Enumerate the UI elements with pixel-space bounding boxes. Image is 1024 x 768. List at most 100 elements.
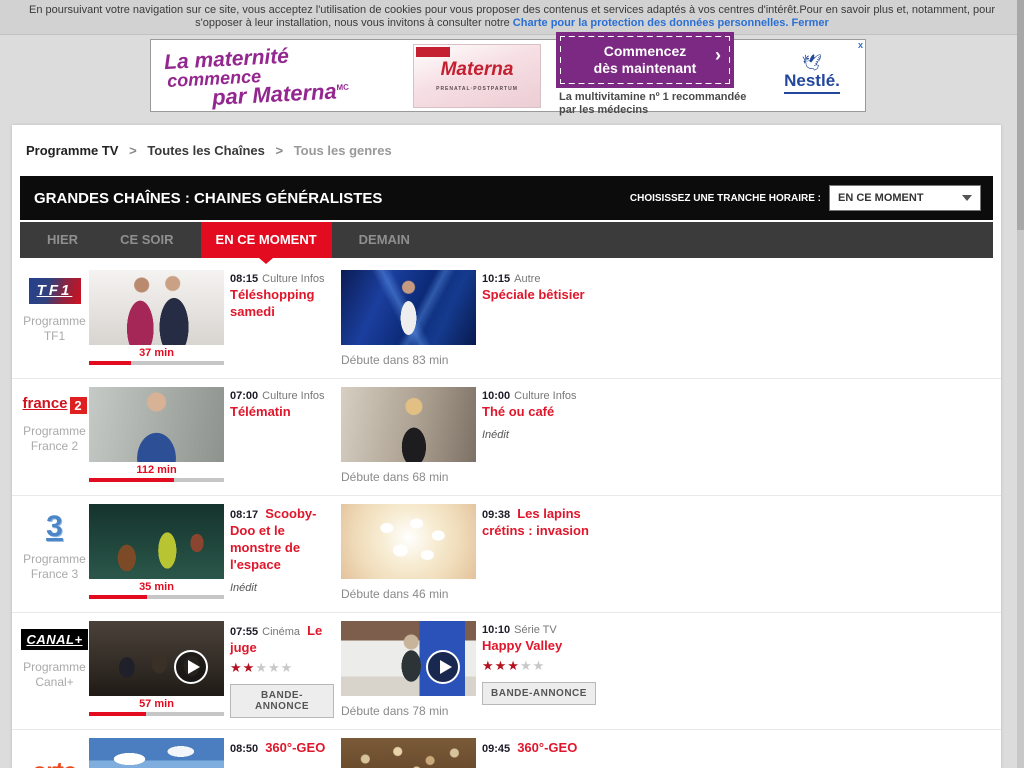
program-next: Débute dans 68 min 10:00Culture Infos Th…	[341, 387, 1001, 495]
program-next: Débute dans 46 min 09:38 Les lapins crét…	[341, 504, 1001, 612]
program-title[interactable]: Thé ou café	[482, 404, 554, 419]
scrollbar-thumb[interactable]	[1017, 0, 1024, 230]
cookie-fermer-link[interactable]: Fermer	[792, 17, 829, 29]
tab-en-ce-moment[interactable]: EN CE MOMENT	[201, 222, 332, 258]
program-now: 37 min 08:15Culture Infos Téléshopping s…	[89, 270, 341, 378]
trailer-button[interactable]: BANDE-ANNONCE	[230, 684, 334, 718]
play-icon[interactable]	[426, 650, 460, 684]
star-rating: ★★★★★	[482, 658, 600, 673]
breadcrumb-genres[interactable]: Tous les genres	[294, 143, 392, 158]
ad-close-icon[interactable]: x	[858, 41, 863, 50]
program-time: 08:50	[230, 743, 258, 755]
ad-cta-button[interactable]: Commencezdès maintenant ›	[559, 35, 731, 85]
starts-in: Débute dans 68 min	[341, 470, 476, 484]
program-category: Culture Infos	[262, 390, 324, 402]
trailer-button[interactable]: BANDE-ANNONCE	[482, 682, 596, 705]
play-icon[interactable]	[174, 650, 208, 684]
timeslot-select[interactable]: EN CE MOMENT	[829, 185, 981, 211]
chevron-down-icon	[962, 195, 972, 201]
cookie-charte-link[interactable]: Charte pour la protection des données pe…	[513, 17, 789, 29]
channel-row-france2: france2 ProgrammeFrance 2 112 min 07:00 C…	[12, 379, 1001, 496]
program-now: 57 min 07:55Cinéma Le juge ★★★★★ BANDE-A…	[89, 621, 341, 729]
timeslot-label: CHOISISSEZ UNE TRANCHE HORAIRE :	[630, 193, 821, 204]
breadcrumb-separator: >	[275, 143, 283, 158]
starts-in: Débute dans 78 min	[341, 704, 476, 718]
progress-bar	[89, 595, 224, 599]
scrollbar[interactable]	[1017, 0, 1024, 768]
program-category: Autre	[514, 273, 540, 285]
inedit-badge: Inédit	[482, 428, 600, 443]
program-next: Débute dans 78 min 10:10 Série TV Happy V…	[341, 621, 1001, 729]
elapsed-time: 112 min	[89, 464, 224, 476]
program-time: 10:10	[482, 624, 510, 636]
breadcrumb: Programme TV > Toutes les Chaînes > Tous…	[12, 125, 1001, 176]
progress-bar	[89, 712, 224, 716]
ad-banner[interactable]: x La maternité commence par MaternaMC Ma…	[150, 39, 866, 112]
program-thumbnail[interactable]	[341, 387, 476, 462]
ad-cta-arrow-icon: ›	[715, 47, 721, 64]
program-now: 08:50 360°-GEO	[89, 738, 341, 768]
tab-ce-soir[interactable]: CE SOIR	[105, 222, 188, 258]
program-thumbnail[interactable]	[89, 621, 224, 696]
progress-bar	[89, 478, 224, 482]
tf1-logo[interactable]: TF1	[29, 278, 81, 304]
tab-hier[interactable]: HIER	[32, 222, 93, 258]
breadcrumb-channels[interactable]: Toutes les Chaînes	[147, 143, 265, 158]
elapsed-time: 37 min	[89, 347, 224, 359]
tab-demain[interactable]: DEMAIN	[344, 222, 425, 258]
program-title[interactable]: Happy Valley	[482, 638, 562, 653]
program-category: Cinéma	[262, 626, 300, 638]
program-next: 09:45 360°-GEO	[341, 738, 1001, 768]
cookie-banner: En poursuivant votre navigation sur ce s…	[0, 0, 1024, 35]
ad-claim: La multivitamine nº 1 recommandéepar les…	[559, 91, 759, 117]
elapsed-time: 35 min	[89, 581, 224, 593]
program-title[interactable]: Télématin	[230, 404, 291, 419]
program-time: 09:45	[482, 743, 510, 755]
program-thumbnail[interactable]	[341, 738, 476, 768]
program-category: Série TV	[514, 624, 557, 636]
program-title[interactable]: Téléshopping samedi	[230, 287, 315, 319]
france3-logo[interactable]: 3	[46, 510, 63, 543]
canalplus-logo[interactable]: CANAL+	[21, 629, 87, 650]
starts-in: Débute dans 83 min	[341, 353, 476, 367]
program-thumbnail[interactable]	[89, 387, 224, 462]
channel-caption[interactable]: ProgrammeFrance 3	[20, 552, 89, 582]
program-category: Culture Infos	[262, 273, 324, 285]
program-next: Débute dans 83 min 10:15Autre Spéciale b…	[341, 270, 1001, 378]
ad-product-flag	[416, 47, 450, 57]
starts-in: Débute dans 46 min	[341, 587, 476, 601]
channel-caption[interactable]: ProgrammeTF1	[20, 314, 89, 344]
program-thumbnail[interactable]	[89, 738, 224, 768]
program-now: 112 min 07:00 Culture Infos Télématin	[89, 387, 341, 495]
program-time: 07:00	[230, 390, 258, 402]
breadcrumb-home[interactable]: Programme TV	[26, 143, 118, 158]
program-time: 08:17	[230, 509, 258, 521]
channel-caption[interactable]: ProgrammeFrance 2	[20, 424, 89, 454]
program-category: Culture Infos	[514, 390, 576, 402]
breadcrumb-separator: >	[129, 143, 137, 158]
channel-caption[interactable]: ProgrammeCanal+	[20, 660, 89, 690]
arte-logo[interactable]: arte	[33, 756, 77, 768]
elapsed-time: 57 min	[89, 698, 224, 710]
ad-product-name: Materna	[414, 59, 540, 81]
main-content: Programme TV > Toutes les Chaînes > Tous…	[12, 125, 1001, 768]
program-now: 35 min 08:17 Scooby-Doo et le monstre de…	[89, 504, 341, 612]
section-title: GRANDES CHAÎNES : CHAINES GÉNÉRALISTES	[34, 190, 630, 207]
channel-row-france3: 3 ProgrammeFrance 3 35 min 08:17 Scooby-…	[12, 496, 1001, 613]
ad-product-subtitle: PRENATAL·POSTPARTUM	[414, 86, 540, 92]
program-time: 07:55	[230, 626, 258, 638]
program-title[interactable]: 360°-GEO	[517, 740, 577, 755]
program-thumbnail[interactable]	[341, 621, 476, 696]
program-thumbnail[interactable]	[341, 504, 476, 579]
progress-bar	[89, 361, 224, 365]
program-thumbnail[interactable]	[341, 270, 476, 345]
program-thumbnail[interactable]	[89, 504, 224, 579]
star-rating: ★★★★★	[230, 660, 334, 675]
france2-logo[interactable]: france2	[22, 395, 86, 412]
program-title[interactable]: Spéciale bêtisier	[482, 287, 585, 302]
channel-row-arte: arte ProgrammeArte 08:50 360°-GEO	[12, 730, 1001, 768]
program-title[interactable]: 360°-GEO	[265, 740, 325, 755]
program-thumbnail[interactable]	[89, 270, 224, 345]
channel-row-tf1: TF1 ProgrammeTF1 37 min 08:15Culture Inf…	[12, 262, 1001, 379]
section-header: GRANDES CHAÎNES : CHAINES GÉNÉRALISTES C…	[20, 176, 993, 220]
